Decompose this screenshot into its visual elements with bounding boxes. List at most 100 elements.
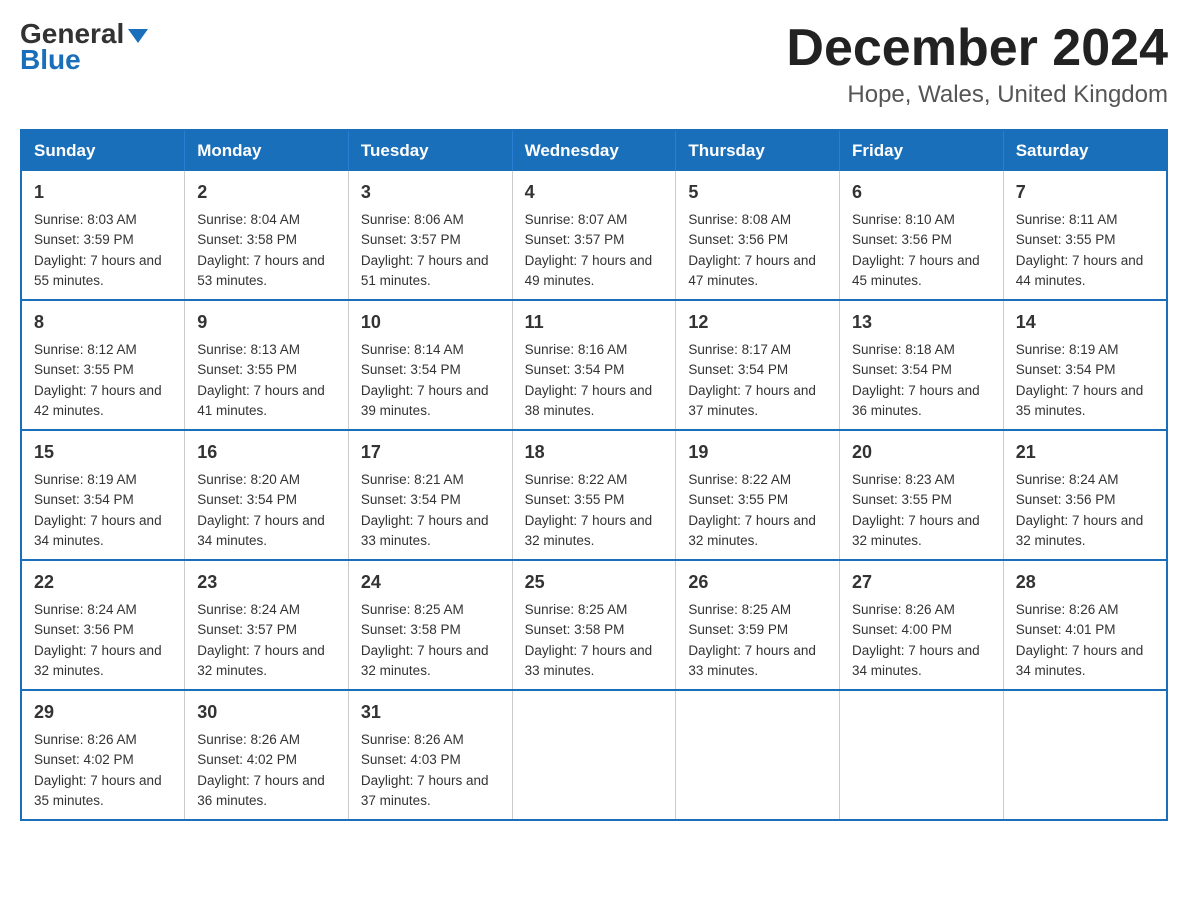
day-info: Sunrise: 8:26 AMSunset: 4:00 PMDaylight:… [852, 602, 980, 678]
day-number: 17 [361, 439, 500, 466]
calendar-week-3: 15 Sunrise: 8:19 AMSunset: 3:54 PMDayligh… [21, 430, 1167, 560]
day-info: Sunrise: 8:16 AMSunset: 3:54 PMDaylight:… [525, 342, 653, 418]
day-number: 12 [688, 309, 827, 336]
day-info: Sunrise: 8:25 AMSunset: 3:58 PMDaylight:… [525, 602, 653, 678]
logo: General Blue [20, 20, 148, 76]
weekday-header-sunday: Sunday [21, 130, 185, 171]
title-block: December 2024 Hope, Wales, United Kingdo… [786, 20, 1168, 109]
day-info: Sunrise: 8:26 AMSunset: 4:02 PMDaylight:… [197, 732, 325, 808]
calendar-cell: 20 Sunrise: 8:23 AMSunset: 3:55 PMDayligh… [840, 430, 1004, 560]
calendar-cell: 8Sunrise: 8:12 AMSunset: 3:55 PMDaylight… [21, 300, 185, 430]
calendar-cell: 21 Sunrise: 8:24 AMSunset: 3:56 PMDayligh… [1003, 430, 1167, 560]
day-info: Sunrise: 8:08 AMSunset: 3:56 PMDaylight:… [688, 212, 816, 288]
calendar-week-1: 1 Sunrise: 8:03 AMSunset: 3:59 PMDaylight… [21, 171, 1167, 300]
page-header: General Blue December 2024 Hope, Wales, … [20, 20, 1168, 109]
calendar-cell: 17 Sunrise: 8:21 AMSunset: 3:54 PMDayligh… [348, 430, 512, 560]
day-info: Sunrise: 8:11 AMSunset: 3:55 PMDaylight:… [1016, 212, 1144, 288]
day-number: 22 [34, 569, 172, 596]
day-info: Sunrise: 8:23 AMSunset: 3:55 PMDaylight:… [852, 472, 980, 548]
day-info: Sunrise: 8:19 AMSunset: 3:54 PMDaylight:… [34, 472, 162, 548]
calendar-week-2: 8Sunrise: 8:12 AMSunset: 3:55 PMDaylight… [21, 300, 1167, 430]
day-number: 2 [197, 179, 336, 206]
weekday-header-saturday: Saturday [1003, 130, 1167, 171]
day-number: 30 [197, 699, 336, 726]
day-number: 27 [852, 569, 991, 596]
day-info: Sunrise: 8:10 AMSunset: 3:56 PMDaylight:… [852, 212, 980, 288]
day-info: Sunrise: 8:18 AMSunset: 3:54 PMDaylight:… [852, 342, 980, 418]
day-number: 28 [1016, 569, 1154, 596]
month-title: December 2024 [786, 20, 1168, 77]
logo-triangle-icon [128, 29, 148, 43]
calendar-cell: 10Sunrise: 8:14 AMSunset: 3:54 PMDayligh… [348, 300, 512, 430]
day-number: 21 [1016, 439, 1154, 466]
weekday-header-tuesday: Tuesday [348, 130, 512, 171]
weekday-header-wednesday: Wednesday [512, 130, 676, 171]
calendar-cell: 24 Sunrise: 8:25 AMSunset: 3:58 PMDayligh… [348, 560, 512, 690]
day-number: 1 [34, 179, 172, 206]
calendar-cell: 9 Sunrise: 8:13 AMSunset: 3:55 PMDaylight… [185, 300, 349, 430]
day-info: Sunrise: 8:06 AMSunset: 3:57 PMDaylight:… [361, 212, 489, 288]
calendar-cell: 25 Sunrise: 8:25 AMSunset: 3:58 PMDayligh… [512, 560, 676, 690]
calendar-cell: 28 Sunrise: 8:26 AMSunset: 4:01 PMDayligh… [1003, 560, 1167, 690]
day-info: Sunrise: 8:03 AMSunset: 3:59 PMDaylight:… [34, 212, 162, 288]
calendar-cell [1003, 690, 1167, 820]
calendar-cell: 7 Sunrise: 8:11 AMSunset: 3:55 PMDaylight… [1003, 171, 1167, 300]
day-number: 24 [361, 569, 500, 596]
day-info: Sunrise: 8:07 AMSunset: 3:57 PMDaylight:… [525, 212, 653, 288]
day-number: 7 [1016, 179, 1154, 206]
day-info: Sunrise: 8:19 AMSunset: 3:54 PMDaylight:… [1016, 342, 1144, 418]
day-number: 9 [197, 309, 336, 336]
day-number: 31 [361, 699, 500, 726]
calendar-cell: 15 Sunrise: 8:19 AMSunset: 3:54 PMDayligh… [21, 430, 185, 560]
calendar-body: 1 Sunrise: 8:03 AMSunset: 3:59 PMDaylight… [21, 171, 1167, 820]
calendar-table: SundayMondayTuesdayWednesdayThursdayFrid… [20, 129, 1168, 821]
day-number: 4 [525, 179, 664, 206]
day-number: 11 [525, 309, 664, 336]
weekday-header-monday: Monday [185, 130, 349, 171]
location-title: Hope, Wales, United Kingdom [786, 81, 1168, 109]
calendar-cell: 11 Sunrise: 8:16 AMSunset: 3:54 PMDayligh… [512, 300, 676, 430]
day-number: 14 [1016, 309, 1154, 336]
calendar-cell: 13Sunrise: 8:18 AMSunset: 3:54 PMDayligh… [840, 300, 1004, 430]
day-info: Sunrise: 8:22 AMSunset: 3:55 PMDaylight:… [525, 472, 653, 548]
calendar-cell: 22Sunrise: 8:24 AMSunset: 3:56 PMDayligh… [21, 560, 185, 690]
day-number: 29 [34, 699, 172, 726]
calendar-cell: 14 Sunrise: 8:19 AMSunset: 3:54 PMDayligh… [1003, 300, 1167, 430]
day-number: 5 [688, 179, 827, 206]
day-number: 20 [852, 439, 991, 466]
weekday-header-thursday: Thursday [676, 130, 840, 171]
day-number: 15 [34, 439, 172, 466]
calendar-cell: 27 Sunrise: 8:26 AMSunset: 4:00 PMDayligh… [840, 560, 1004, 690]
calendar-cell: 3Sunrise: 8:06 AMSunset: 3:57 PMDaylight… [348, 171, 512, 300]
day-info: Sunrise: 8:25 AMSunset: 3:59 PMDaylight:… [688, 602, 816, 678]
day-number: 8 [34, 309, 172, 336]
day-info: Sunrise: 8:24 AMSunset: 3:56 PMDaylight:… [1016, 472, 1144, 548]
day-info: Sunrise: 8:21 AMSunset: 3:54 PMDaylight:… [361, 472, 489, 548]
calendar-cell [840, 690, 1004, 820]
day-info: Sunrise: 8:26 AMSunset: 4:02 PMDaylight:… [34, 732, 162, 808]
day-number: 19 [688, 439, 827, 466]
day-info: Sunrise: 8:14 AMSunset: 3:54 PMDaylight:… [361, 342, 489, 418]
day-info: Sunrise: 8:25 AMSunset: 3:58 PMDaylight:… [361, 602, 489, 678]
calendar-cell: 1 Sunrise: 8:03 AMSunset: 3:59 PMDaylight… [21, 171, 185, 300]
day-number: 23 [197, 569, 336, 596]
calendar-cell: 26 Sunrise: 8:25 AMSunset: 3:59 PMDayligh… [676, 560, 840, 690]
calendar-cell [512, 690, 676, 820]
calendar-cell: 4 Sunrise: 8:07 AMSunset: 3:57 PMDaylight… [512, 171, 676, 300]
day-info: Sunrise: 8:13 AMSunset: 3:55 PMDaylight:… [197, 342, 325, 418]
calendar-cell: 6 Sunrise: 8:10 AMSunset: 3:56 PMDaylight… [840, 171, 1004, 300]
day-number: 26 [688, 569, 827, 596]
calendar-cell: 19Sunrise: 8:22 AMSunset: 3:55 PMDayligh… [676, 430, 840, 560]
weekday-header-friday: Friday [840, 130, 1004, 171]
calendar-cell: 31 Sunrise: 8:26 AMSunset: 4:03 PMDayligh… [348, 690, 512, 820]
weekday-header-row: SundayMondayTuesdayWednesdayThursdayFrid… [21, 130, 1167, 171]
day-info: Sunrise: 8:26 AMSunset: 4:01 PMDaylight:… [1016, 602, 1144, 678]
day-number: 6 [852, 179, 991, 206]
day-info: Sunrise: 8:24 AMSunset: 3:57 PMDaylight:… [197, 602, 325, 678]
day-number: 25 [525, 569, 664, 596]
calendar-week-5: 29 Sunrise: 8:26 AMSunset: 4:02 PMDayligh… [21, 690, 1167, 820]
day-info: Sunrise: 8:26 AMSunset: 4:03 PMDaylight:… [361, 732, 489, 808]
day-number: 16 [197, 439, 336, 466]
calendar-cell: 29 Sunrise: 8:26 AMSunset: 4:02 PMDayligh… [21, 690, 185, 820]
day-number: 18 [525, 439, 664, 466]
